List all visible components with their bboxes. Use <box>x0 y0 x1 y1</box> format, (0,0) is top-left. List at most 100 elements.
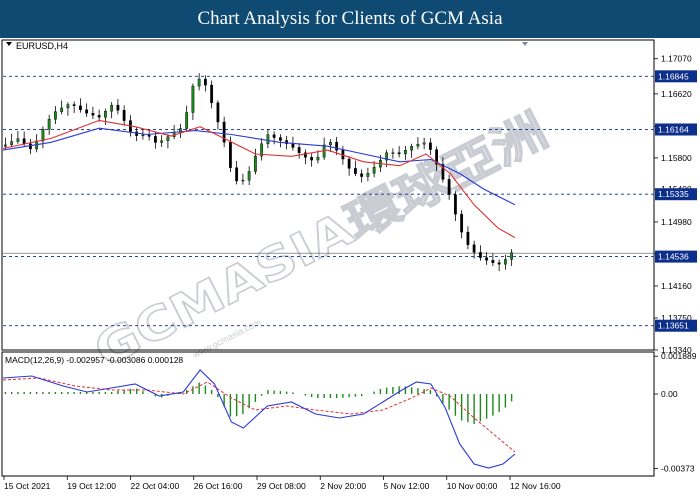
watermark-text: GCMASIA環球亞洲 <box>85 103 555 378</box>
candle-body <box>485 257 489 261</box>
price-panel <box>1 39 655 351</box>
candle-body <box>328 141 332 146</box>
candle-body <box>347 158 351 169</box>
candle-body <box>403 150 407 155</box>
chart-title-banner: Chart Analysis for Clients of GCM Asia <box>0 0 700 38</box>
candle-body <box>372 166 376 174</box>
level-tag-label: 1.14536 <box>658 252 689 262</box>
candle-body <box>203 78 207 86</box>
price-axis: 1.170701.166201.162001.158001.154001.149… <box>654 54 692 355</box>
candle-body <box>253 155 257 172</box>
candle-body <box>297 147 301 153</box>
macd-main-line <box>2 369 516 469</box>
macd-tick-label: -0.00373 <box>661 464 695 474</box>
level-tag-label: 1.16164 <box>658 124 689 134</box>
level-tag-label: 1.13651 <box>658 321 689 331</box>
candle-body <box>397 152 401 155</box>
time-tick-label: 26 Oct 16:00 <box>194 481 243 491</box>
candle-body <box>197 78 201 87</box>
candle-body <box>185 112 189 129</box>
time-tick-label: 2 Nov 20:00 <box>320 481 366 491</box>
candle-body <box>141 134 145 136</box>
candle-body <box>335 141 339 151</box>
candle-body <box>10 141 14 146</box>
candle-body <box>16 138 20 142</box>
candle-body <box>72 104 76 106</box>
candle-body <box>79 105 82 111</box>
macd-signal-line <box>2 377 516 453</box>
candle-body <box>153 136 157 143</box>
candle-body <box>4 144 7 147</box>
time-tick-label: 10 Nov 00:00 <box>447 481 498 491</box>
chart-menu-triangle-icon <box>6 42 12 46</box>
candle-body <box>216 102 220 123</box>
candle-body <box>391 152 395 154</box>
price-tick-label: 1.14980 <box>661 217 692 227</box>
candle-body <box>160 140 164 143</box>
candle-body <box>272 134 276 138</box>
time-tick-label: 12 Nov 16:00 <box>510 481 561 491</box>
candle-body <box>110 104 114 112</box>
price-tick-label: 1.16620 <box>661 89 692 99</box>
time-tick-label: 29 Oct 08:00 <box>257 481 306 491</box>
candle-body <box>210 84 214 104</box>
candle-body <box>29 143 32 150</box>
candle-body <box>460 213 464 233</box>
candle-body <box>47 119 51 130</box>
candle-body <box>116 104 120 111</box>
candle-body <box>22 138 26 145</box>
candle-body <box>266 134 270 145</box>
candle-body <box>147 134 151 137</box>
candle-body <box>491 260 495 263</box>
candle-body <box>241 179 245 182</box>
candle-body <box>366 173 370 177</box>
time-tick-label: 19 Oct 12:00 <box>67 481 116 491</box>
candle-body <box>416 143 420 147</box>
candle-body <box>410 145 414 151</box>
macd-tick-label: 0.00 <box>661 389 678 399</box>
time-tick-label: 22 Oct 04:00 <box>131 481 180 491</box>
candle-body <box>235 167 239 182</box>
macd-histogram <box>4 382 513 424</box>
macd-label: MACD(12,26,9) -0.002957 -0.003086 0.0001… <box>5 355 183 365</box>
candle-body <box>510 252 514 260</box>
candle-body <box>166 136 170 141</box>
level-tag-label: 1.15335 <box>658 189 689 199</box>
time-tick-label: 15 Oct 2021 <box>4 481 51 491</box>
candle-body <box>103 111 107 118</box>
symbol-label: EURUSD,H4 <box>16 41 68 51</box>
candle-body <box>291 143 295 148</box>
candle-body <box>360 173 364 177</box>
chart-svg: GCMASIA環球亞洲 www.gcmasia.com 1.17070 1.166… <box>1 39 697 491</box>
watermark: GCMASIA環球亞洲 www.gcmasia.com <box>85 102 557 379</box>
candle-body <box>97 115 101 118</box>
candle-body <box>422 142 426 145</box>
level-tag-label: 1.16845 <box>658 71 689 81</box>
candle-body <box>447 179 451 195</box>
time-tick-label: 5 Nov 12:00 <box>384 481 430 491</box>
candle-body <box>353 168 357 174</box>
price-tick-label: 1.17070 <box>661 54 692 64</box>
candle-body <box>278 137 282 141</box>
candle-body <box>85 109 89 114</box>
candle-body <box>478 252 482 258</box>
candle-body <box>41 128 45 142</box>
macd-axis: 0.001889 0.00 -0.00373 <box>654 351 697 474</box>
candle-body <box>310 157 314 161</box>
candle-body <box>54 111 57 120</box>
price-tick-label: 1.14160 <box>661 281 692 291</box>
candle-body <box>122 110 126 121</box>
candle-body <box>60 107 64 112</box>
candle-body <box>472 244 476 253</box>
candle-body <box>247 171 251 181</box>
level-tags: 1.16845 1.16164 1.15335 1.14536 1.13651 <box>655 70 697 332</box>
candle-body <box>228 142 232 168</box>
candle-body <box>453 194 457 215</box>
candle-body <box>66 104 70 109</box>
candle-body <box>191 85 195 113</box>
candle-body <box>466 231 470 245</box>
candle-body <box>428 142 432 150</box>
candle-body <box>497 262 501 265</box>
level-lines <box>3 75 654 327</box>
candle-body <box>91 113 95 116</box>
